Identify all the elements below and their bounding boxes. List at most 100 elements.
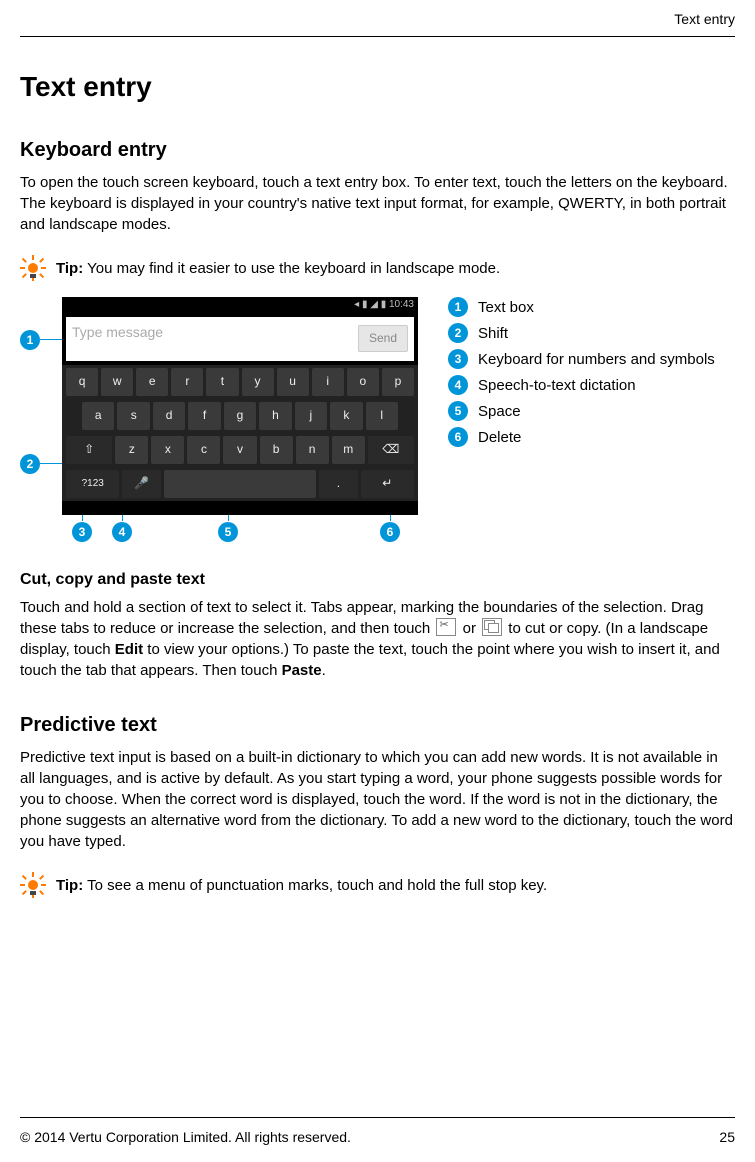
key-z[interactable]: z <box>115 436 148 464</box>
key-space[interactable] <box>164 470 317 498</box>
legend-row-6: 6 Delete <box>448 427 715 448</box>
key-c[interactable]: c <box>187 436 220 464</box>
callout-6: 6 <box>380 521 400 542</box>
callout-5: 5 <box>218 521 238 542</box>
key-delete[interactable]: ⌫ <box>368 436 414 464</box>
kb-row-4: ?123 🎤 . ↵ <box>62 467 418 501</box>
key-dot[interactable]: . <box>319 470 357 498</box>
key-r[interactable]: r <box>171 368 203 396</box>
key-h[interactable]: h <box>259 402 291 430</box>
heading-keyboard-entry: Keyboard entry <box>20 136 735 164</box>
phone-wrap: 1 2 3 4 5 6 ◂ ▮ ◢ ▮ 10:43 Type message S… <box>20 297 418 551</box>
tip-2-text: Tip: To see a menu of punctuation marks,… <box>56 875 547 896</box>
callout-2: 2 <box>20 453 40 474</box>
running-header: Text entry <box>20 10 735 30</box>
tip-label: Tip: <box>56 260 83 277</box>
badge-2: 2 <box>20 454 40 474</box>
tip-icon <box>20 872 46 898</box>
key-m[interactable]: m <box>332 436 365 464</box>
key-u[interactable]: u <box>277 368 309 396</box>
para-predictive-text: Predictive text input is based on a buil… <box>20 747 735 852</box>
key-symbols[interactable]: ?123 <box>66 470 119 498</box>
tip-body: To see a menu of punctuation marks, touc… <box>83 877 547 894</box>
footer: © 2014 Vertu Corporation Limited. All ri… <box>20 1117 735 1162</box>
ccp-or: or <box>458 620 480 637</box>
legend-badge-1: 1 <box>448 297 468 317</box>
message-box[interactable]: Type message Send <box>66 317 414 361</box>
key-mic[interactable]: 🎤 <box>122 470 160 498</box>
key-k[interactable]: k <box>330 402 362 430</box>
key-enter[interactable]: ↵ <box>361 470 414 498</box>
legend-label-4: Speech-to-text dictation <box>478 375 636 396</box>
heading-cut-copy-paste: Cut, copy and paste text <box>20 569 735 591</box>
send-button[interactable]: Send <box>358 325 408 352</box>
message-placeholder: Type message <box>72 321 163 343</box>
key-j[interactable]: j <box>295 402 327 430</box>
key-o[interactable]: o <box>347 368 379 396</box>
badge-6: 6 <box>380 522 400 542</box>
kb-row-2: a s d f g h j k l <box>62 399 418 433</box>
key-g[interactable]: g <box>224 402 256 430</box>
legend-label-5: Space <box>478 401 521 422</box>
key-v[interactable]: v <box>223 436 256 464</box>
page-number: 25 <box>719 1128 735 1148</box>
callout-4: 4 <box>112 521 132 542</box>
ccp-paste: Paste <box>282 662 322 679</box>
callout-1: 1 <box>20 329 40 350</box>
callout-3: 3 <box>72 521 92 542</box>
tip-1: Tip: You may find it easier to use the k… <box>20 255 735 281</box>
key-x[interactable]: x <box>151 436 184 464</box>
legend-badge-5: 5 <box>448 401 468 421</box>
key-t[interactable]: t <box>206 368 238 396</box>
legend-row-3: 3 Keyboard for numbers and symbols <box>448 349 715 370</box>
page-title: Text entry <box>20 67 735 106</box>
legend-label-1: Text box <box>478 297 534 318</box>
legend: 1 Text box 2 Shift 3 Keyboard for numbers a… <box>448 297 715 448</box>
kb-row-1: q w e r t y u i o p <box>62 365 418 399</box>
key-e[interactable]: e <box>136 368 168 396</box>
top-rule <box>20 36 735 37</box>
copy-icon <box>482 618 502 636</box>
statusbar: ◂ ▮ ◢ ▮ 10:43 <box>62 297 418 313</box>
legend-badge-6: 6 <box>448 427 468 447</box>
legend-label-2: Shift <box>478 323 508 344</box>
para-keyboard-entry: To open the touch screen keyboard, touch… <box>20 172 735 235</box>
kb-row-3: ⇧ z x c v b n m ⌫ <box>62 433 418 467</box>
badge-5: 5 <box>218 522 238 542</box>
key-a[interactable]: a <box>82 402 114 430</box>
legend-row-2: 2 Shift <box>448 323 715 344</box>
legend-badge-2: 2 <box>448 323 468 343</box>
legend-row-1: 1 Text box <box>448 297 715 318</box>
tip-label: Tip: <box>56 877 83 894</box>
key-s[interactable]: s <box>117 402 149 430</box>
badge-3: 3 <box>72 522 92 542</box>
key-w[interactable]: w <box>101 368 133 396</box>
key-d[interactable]: d <box>153 402 185 430</box>
phone-screenshot: ◂ ▮ ◢ ▮ 10:43 Type message Send q w e r … <box>62 297 418 515</box>
key-y[interactable]: y <box>242 368 274 396</box>
legend-badge-4: 4 <box>448 375 468 395</box>
key-b[interactable]: b <box>260 436 293 464</box>
key-f[interactable]: f <box>188 402 220 430</box>
heading-predictive-text: Predictive text <box>20 711 735 739</box>
cut-icon <box>436 618 456 636</box>
key-p[interactable]: p <box>382 368 414 396</box>
tip-icon <box>20 255 46 281</box>
key-n[interactable]: n <box>296 436 329 464</box>
key-q[interactable]: q <box>66 368 98 396</box>
legend-label-6: Delete <box>478 427 521 448</box>
key-i[interactable]: i <box>312 368 344 396</box>
legend-label-3: Keyboard for numbers and symbols <box>478 349 715 370</box>
tip-body: You may find it easier to use the keyboa… <box>83 260 500 277</box>
keyboard: q w e r t y u i o p a s d <box>62 365 418 501</box>
ccp-edit: Edit <box>115 641 143 658</box>
legend-row-4: 4 Speech-to-text dictation <box>448 375 715 396</box>
key-shift[interactable]: ⇧ <box>66 436 112 464</box>
para-cut-copy-paste: Touch and hold a section of text to sele… <box>20 597 735 681</box>
copyright: © 2014 Vertu Corporation Limited. All ri… <box>20 1128 351 1148</box>
tip-2: Tip: To see a menu of punctuation marks,… <box>20 872 735 898</box>
badge-4: 4 <box>112 522 132 542</box>
key-l[interactable]: l <box>366 402 398 430</box>
badge-1: 1 <box>20 330 40 350</box>
legend-badge-3: 3 <box>448 349 468 369</box>
